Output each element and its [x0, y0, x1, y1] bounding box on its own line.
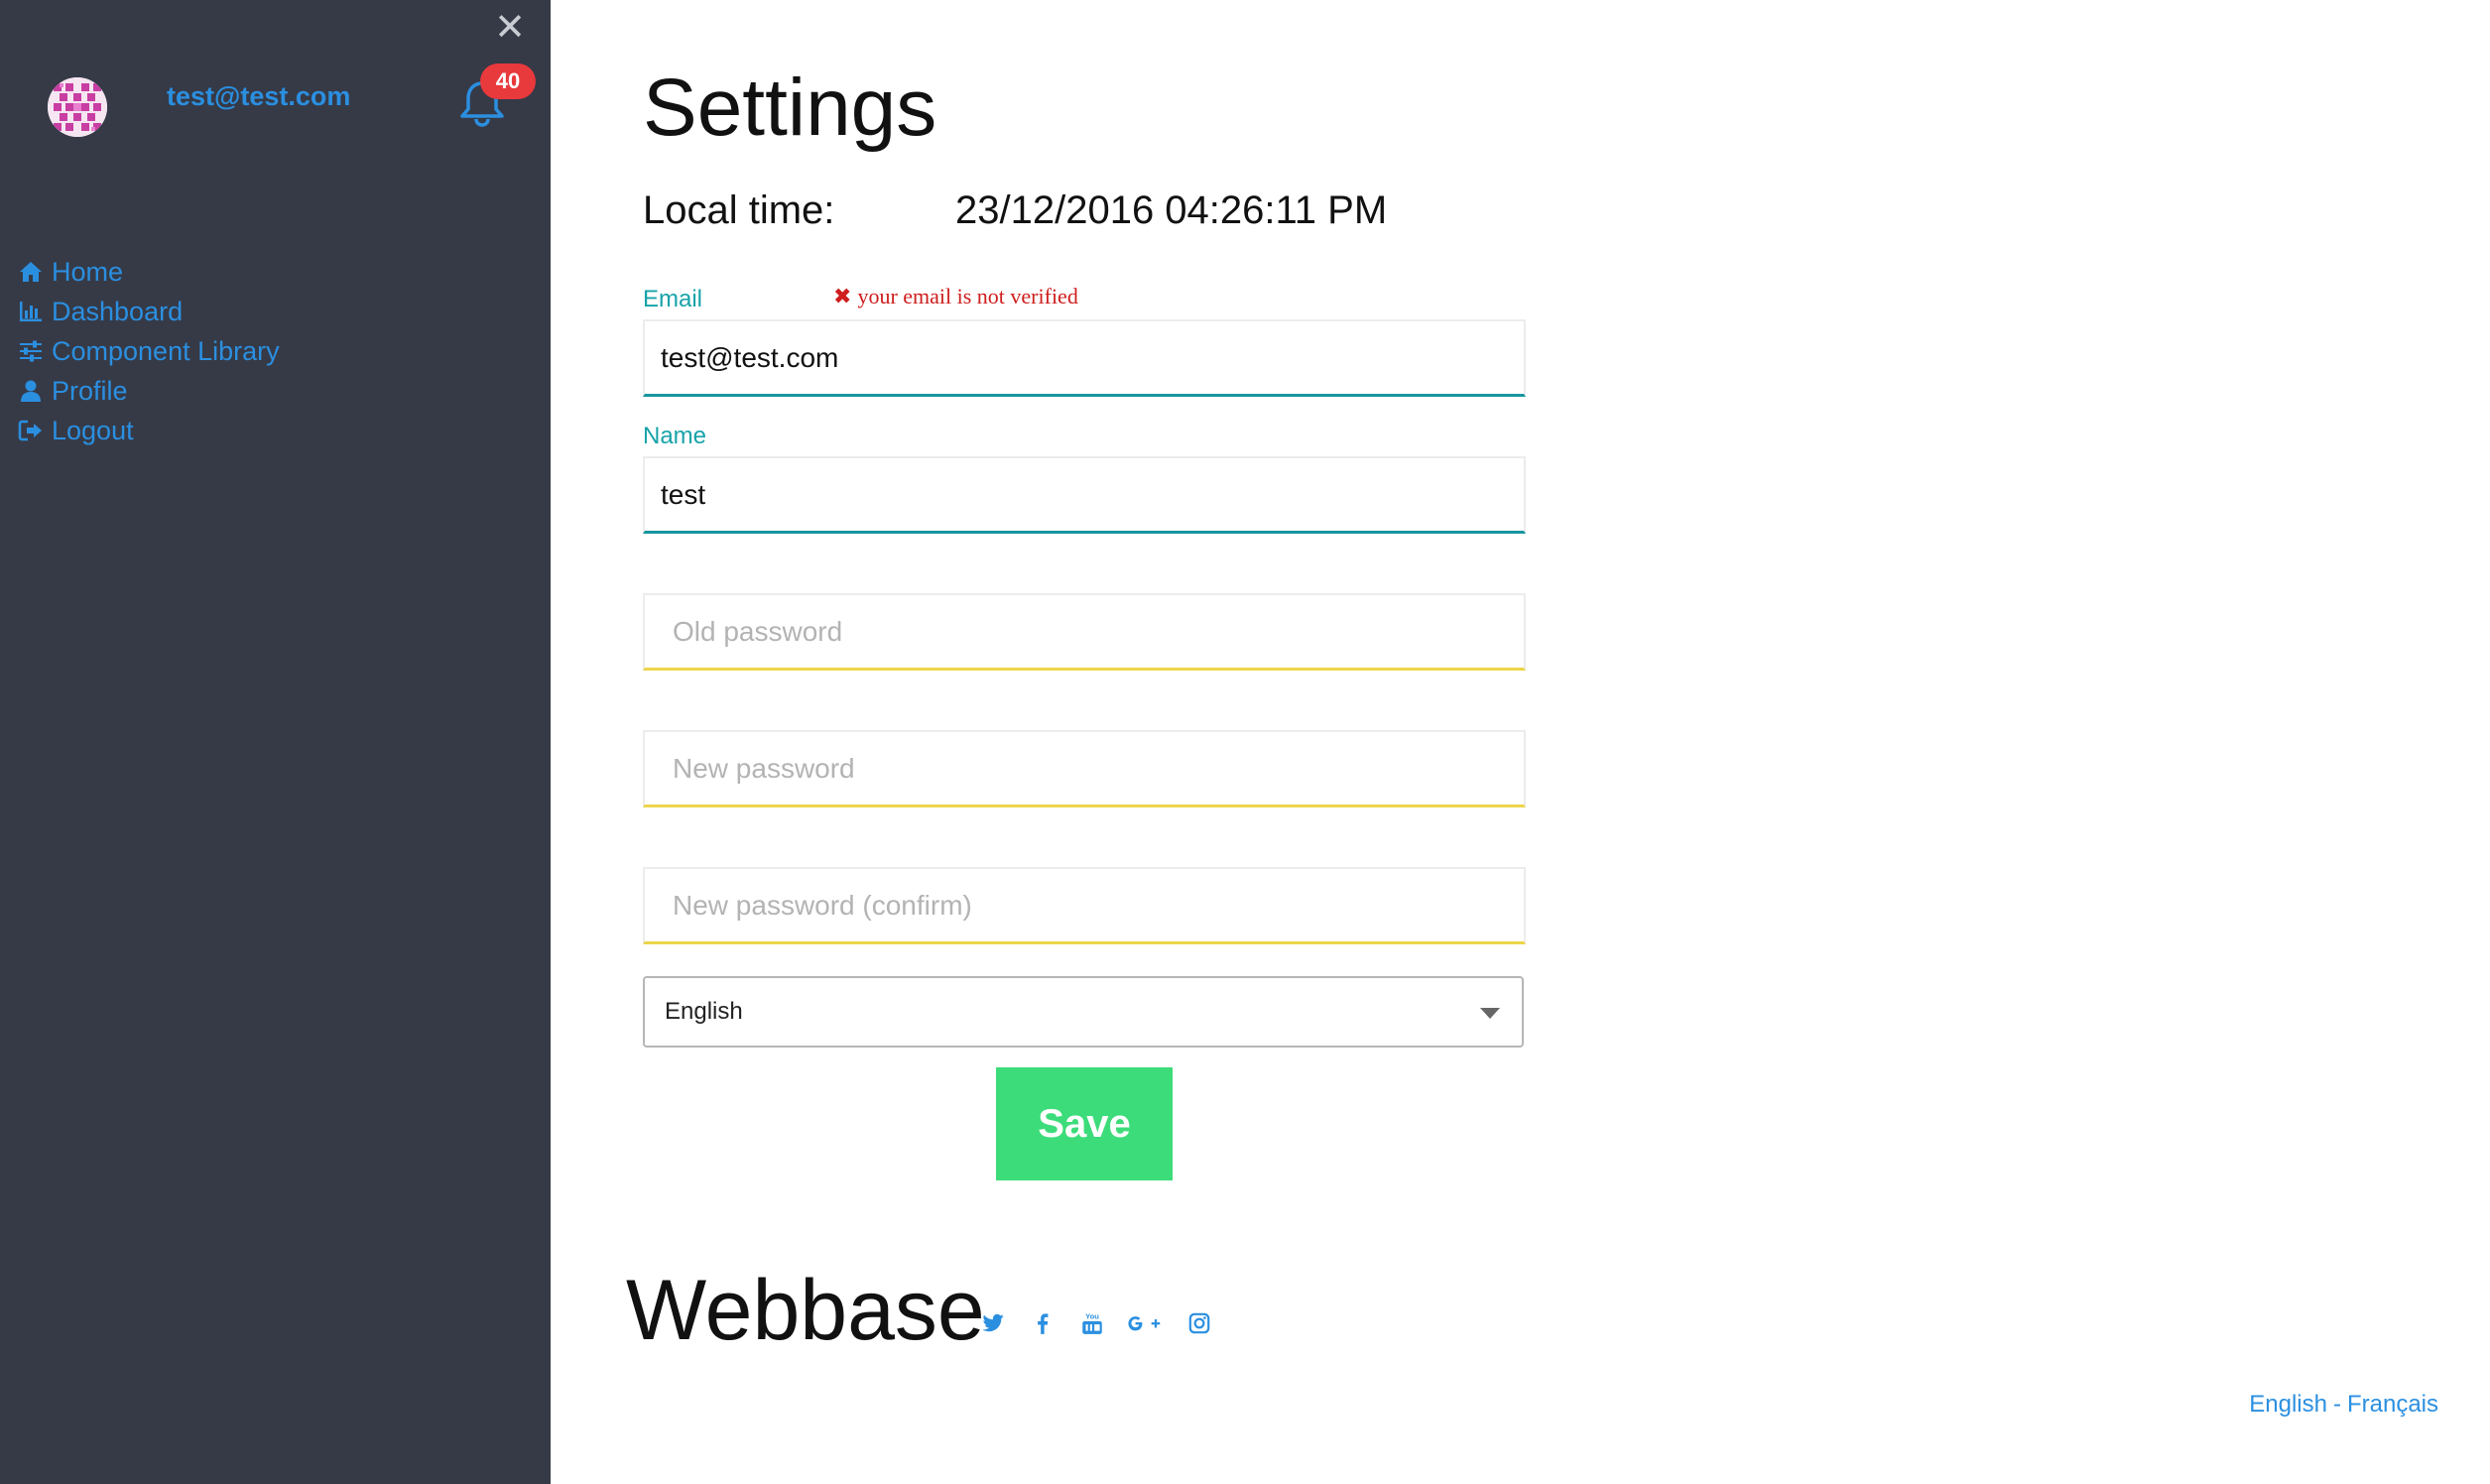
sidebar-item-profile[interactable]: Profile: [18, 371, 280, 411]
email-error-text: your email is not verified: [857, 284, 1078, 309]
confirm-password-field[interactable]: [643, 867, 1526, 944]
name-field[interactable]: [643, 456, 1526, 534]
language-select[interactable]: English: [643, 976, 1524, 1048]
old-password-field[interactable]: [643, 593, 1526, 671]
sidebar-item-home[interactable]: Home: [18, 252, 280, 292]
page-title: Settings: [643, 62, 937, 153]
youtube-icon[interactable]: You: [1076, 1307, 1108, 1339]
sliders-icon: [20, 340, 42, 362]
sidebar-item-label: Dashboard: [52, 296, 184, 326]
avatar-identicon-icon: [48, 77, 107, 137]
sidebar-item-component-library[interactable]: Component Library: [18, 331, 280, 371]
lang-link-french[interactable]: Français: [2347, 1391, 2438, 1418]
notification-count-badge: 40: [480, 63, 536, 99]
save-button[interactable]: Save: [996, 1067, 1173, 1180]
sidebar-item-label: Component Library: [52, 335, 280, 366]
new-password-field[interactable]: [643, 730, 1526, 807]
language-links: English - Français: [2249, 1391, 2438, 1419]
twitter-icon[interactable]: [977, 1307, 1009, 1339]
footer-brand: Webbase: [626, 1263, 985, 1358]
sidebar-item-label: Profile: [52, 375, 128, 406]
error-x-icon: ✖: [833, 285, 852, 309]
user-email[interactable]: test@test.com: [167, 81, 350, 112]
local-time-value: 23/12/2016 04:26:11 PM: [955, 188, 1388, 232]
chevron-down-icon: [1480, 1008, 1500, 1019]
email-label: Email: [643, 286, 703, 312]
lang-link-english[interactable]: English: [2249, 1391, 2327, 1418]
sidebar-item-dashboard[interactable]: Dashboard: [18, 292, 280, 331]
language-select-value: English: [665, 998, 743, 1025]
sidebar-item-label: Logout: [52, 415, 134, 445]
sidebar-nav: Home Dashboard Component Library Profile…: [18, 252, 280, 450]
home-icon: [20, 262, 42, 282]
bar-chart-icon: [20, 302, 42, 321]
sidebar: ✕ test@test.com 40 Home Dashboard Compon…: [0, 0, 551, 1484]
facebook-icon[interactable]: [1027, 1307, 1058, 1339]
close-sidebar-button[interactable]: ✕: [494, 9, 526, 47]
email-verification-error: ✖ your email is not verified: [833, 284, 1078, 309]
avatar[interactable]: [48, 77, 107, 137]
svg-text:You: You: [1085, 1312, 1099, 1321]
email-field[interactable]: [643, 319, 1526, 397]
google-plus-icon[interactable]: [1126, 1307, 1166, 1339]
instagram-icon[interactable]: [1183, 1307, 1215, 1339]
name-label: Name: [643, 423, 707, 449]
sidebar-item-label: Home: [52, 256, 124, 287]
logout-icon: [18, 420, 42, 441]
sidebar-item-logout[interactable]: Logout: [18, 411, 280, 450]
social-links: You: [977, 1307, 1215, 1339]
local-time-label: Local time:: [643, 188, 835, 232]
settings-panel: Settings Local time: 23/12/2016 04:26:11…: [551, 0, 2490, 1484]
user-icon: [21, 380, 41, 402]
lang-separator: -: [2332, 1391, 2341, 1418]
